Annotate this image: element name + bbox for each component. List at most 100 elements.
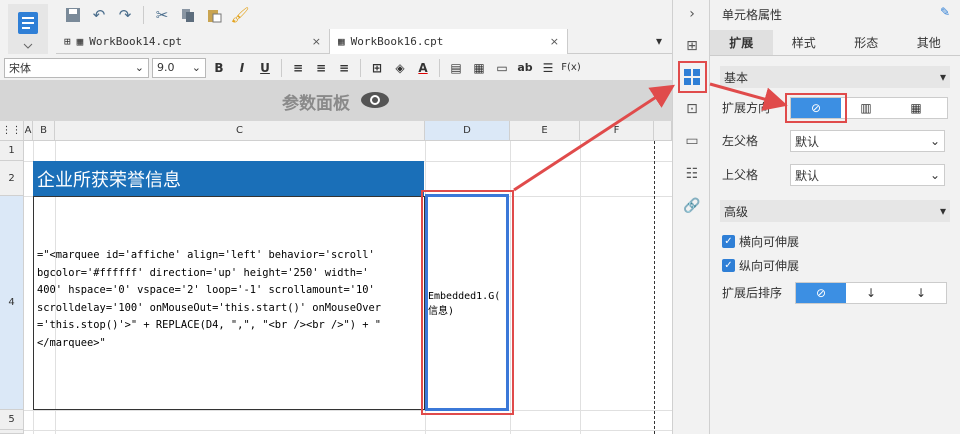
- bold-button[interactable]: B: [209, 58, 229, 78]
- workbook-icon: ▦: [76, 35, 84, 48]
- highlight-box-attribute: [678, 61, 707, 93]
- row-header-6[interactable]: [0, 430, 24, 434]
- tab-expand[interactable]: 扩展: [710, 30, 773, 55]
- cell-element-icon[interactable]: ⊞: [682, 36, 702, 56]
- format-toolbar: 宋体 ⌄ 9.0 ⌄ B I U ≡ ≡ ≡ ⊞ ◈ A ▤ ▦ ▭ ab ☰ F(…: [0, 55, 672, 81]
- template-icon[interactable]: [8, 4, 48, 54]
- eye-icon[interactable]: [360, 91, 390, 112]
- paste-icon[interactable]: [203, 4, 225, 26]
- cut-icon[interactable]: ✂: [151, 4, 173, 26]
- collapse-icon: ▾: [939, 204, 946, 218]
- column-header-b[interactable]: B: [33, 121, 55, 141]
- side-icon-strip: › ⊞ ⊡ ▭ ☷ 🔗: [672, 0, 710, 434]
- column-header-a[interactable]: A: [24, 121, 33, 141]
- font-color-icon[interactable]: A: [413, 58, 433, 78]
- copy-icon[interactable]: [177, 4, 199, 26]
- condition-icon[interactable]: ☷: [682, 164, 702, 184]
- descending-sort-option[interactable]: ↓: [896, 283, 946, 303]
- section-basic[interactable]: 基本 ▾: [720, 66, 950, 88]
- tab-workbook14[interactable]: ⊞ ▦ WorkBook14.cpt ×: [56, 29, 330, 54]
- save-icon[interactable]: [62, 4, 84, 26]
- column-header-d[interactable]: D: [425, 121, 510, 141]
- widget-icon[interactable]: ▭: [682, 131, 702, 151]
- underline-button[interactable]: U: [255, 58, 275, 78]
- check-icon: ✓: [722, 235, 735, 248]
- collapse-arrow-icon[interactable]: ›: [682, 4, 702, 24]
- format-brush-icon[interactable]: 🖌: [229, 4, 251, 26]
- redo-icon[interactable]: ↷: [114, 4, 136, 26]
- tab-other[interactable]: 其他: [898, 30, 960, 55]
- panel-tabs: 扩展 样式 形态 其他: [710, 30, 960, 56]
- highlight-box-direction: [785, 93, 847, 123]
- highlight-box-d4: [421, 190, 514, 415]
- font-select[interactable]: 宋体 ⌄: [4, 57, 149, 78]
- collapse-icon: ▾: [939, 70, 946, 84]
- text-format-icon[interactable]: ☰: [538, 58, 558, 78]
- separator: [143, 5, 144, 24]
- left-parent-label: 左父格: [722, 134, 759, 148]
- parameter-panel-label: 参数面板: [282, 93, 350, 114]
- row-header-1[interactable]: 1: [0, 141, 24, 161]
- sort-segment: ⊘ ↓ ↓: [795, 282, 947, 304]
- spreadsheet-grid[interactable]: ⋮⋮ A B C D E F 1 2 4 5 企业所获荣誉信息 ="<marqu…: [0, 121, 672, 434]
- horizontal-expand-option[interactable]: ▦: [891, 98, 941, 118]
- row-header-2[interactable]: 2: [0, 161, 24, 196]
- chevron-down-icon: ⌄: [929, 134, 940, 148]
- report-designer: ↶ ↷ ✂ 🖌 ⊞ ▦ WorkBook14.cpt × ▦ WorkBook1…: [0, 0, 672, 434]
- close-icon[interactable]: ×: [312, 35, 321, 48]
- column-header-e[interactable]: E: [510, 121, 580, 141]
- chevron-down-icon: ⌄: [191, 61, 201, 74]
- align-center-icon[interactable]: ≡: [311, 58, 331, 78]
- workbook-tabs: ⊞ ▦ WorkBook14.cpt × ▦ WorkBook16.cpt × …: [56, 29, 672, 54]
- grid-icon: ⊞: [64, 35, 71, 48]
- formula-button[interactable]: F(x): [561, 58, 581, 78]
- cell-properties-panel: 单元格属性 ✎ 扩展 样式 形态 其他 基本 ▾ 扩展方向 ⊘ ▥ ▦ 左父格 默…: [710, 0, 960, 434]
- top-parent-label: 上父格: [722, 168, 759, 182]
- chevron-down-icon: ⌄: [134, 61, 144, 74]
- fill-color-icon[interactable]: ◈: [390, 58, 410, 78]
- crop-icon[interactable]: ⊡: [682, 99, 702, 119]
- split-icon[interactable]: ▦: [469, 58, 489, 78]
- page-break-line: [654, 141, 655, 434]
- parameter-panel-bar[interactable]: 参数面板: [0, 81, 672, 121]
- font-size-select[interactable]: 9.0 ⌄: [152, 57, 206, 78]
- align-right-icon[interactable]: ≡: [334, 58, 354, 78]
- tab-form[interactable]: 形态: [835, 30, 898, 55]
- wrap-icon[interactable]: ▭: [492, 58, 512, 78]
- grid-corner[interactable]: ⋮⋮: [0, 121, 24, 141]
- check-icon: ✓: [722, 259, 735, 272]
- italic-button[interactable]: I: [232, 58, 252, 78]
- top-parent-select[interactable]: 默认 ⌄: [790, 164, 945, 186]
- vertical-expand-option[interactable]: ▥: [841, 98, 891, 118]
- column-header-c[interactable]: C: [55, 121, 425, 141]
- expand-direction-label: 扩展方向: [722, 101, 771, 115]
- formula-text: ="<marquee id='affiche' align='left' beh…: [37, 249, 382, 349]
- align-left-icon[interactable]: ≡: [288, 58, 308, 78]
- ascending-sort-option[interactable]: ↓: [846, 283, 896, 303]
- link-icon[interactable]: 🔗: [682, 196, 702, 216]
- row-header-4[interactable]: 4: [0, 196, 24, 410]
- section-advanced[interactable]: 高级 ▾: [720, 200, 950, 222]
- ab-button[interactable]: ab: [515, 58, 535, 78]
- main-toolbar: ↶ ↷ ✂ 🖌: [56, 0, 672, 29]
- undo-icon[interactable]: ↶: [88, 4, 110, 26]
- close-icon[interactable]: ×: [550, 35, 559, 48]
- workbook-icon: ▦: [338, 35, 345, 48]
- edit-icon[interactable]: ✎: [940, 5, 950, 19]
- column-header-f[interactable]: F: [580, 121, 654, 141]
- tab-workbook16[interactable]: ▦ WorkBook16.cpt ×: [330, 29, 568, 54]
- left-parent-select[interactable]: 默认 ⌄: [790, 130, 945, 152]
- title-cell[interactable]: 企业所获荣誉信息: [33, 161, 424, 196]
- vertical-stretch-checkbox[interactable]: ✓ 纵向可伸展: [722, 257, 799, 274]
- no-sort-option[interactable]: ⊘: [796, 283, 846, 303]
- tab-menu-icon[interactable]: ▾: [656, 29, 672, 53]
- row-header-5[interactable]: 5: [0, 410, 24, 430]
- sort-label: 扩展后排序: [722, 286, 783, 300]
- horizontal-stretch-checkbox[interactable]: ✓ 横向可伸展: [722, 233, 799, 250]
- border-icon[interactable]: ⊞: [367, 58, 387, 78]
- tab-style[interactable]: 样式: [773, 30, 836, 55]
- merge-icon[interactable]: ▤: [446, 58, 466, 78]
- column-header-g[interactable]: [654, 121, 672, 141]
- chevron-down-icon: ⌄: [929, 168, 940, 182]
- panel-title: 单元格属性: [722, 8, 783, 22]
